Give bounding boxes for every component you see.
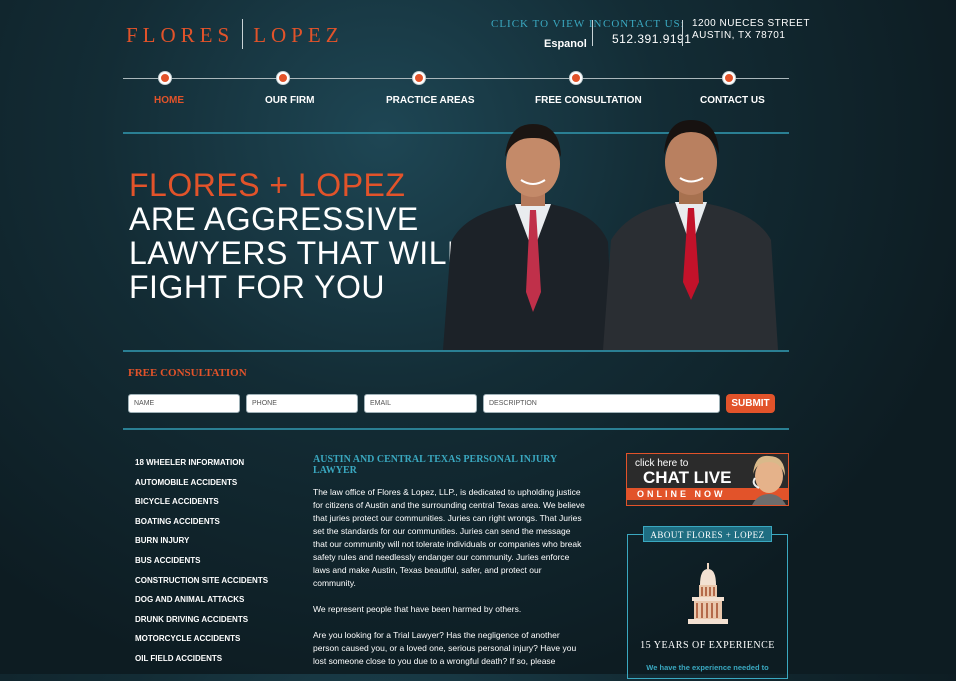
- lawyers-photo: [443, 120, 778, 350]
- chat-live-text: CHAT LIVE: [643, 468, 732, 487]
- header-divider: [592, 20, 593, 46]
- nav-contact-us[interactable]: CONTACT US: [700, 95, 765, 106]
- divider: [123, 428, 789, 430]
- capitol-icon: [688, 563, 728, 624]
- practice-link[interactable]: MOTORCYCLE ACCIDENTS: [135, 634, 305, 654]
- logo-divider: [242, 19, 244, 49]
- nav-home[interactable]: HOME: [154, 95, 184, 106]
- address: 1200 NUECES STREET AUSTIN, TX 78701: [692, 18, 810, 42]
- practice-link[interactable]: DOG AND ANIMAL ATTACKS: [135, 595, 305, 615]
- logo-flores: FLORES: [126, 22, 235, 47]
- practice-link[interactable]: 18 WHEELER INFORMATION: [135, 458, 305, 478]
- nav-dot-icon[interactable]: [723, 72, 735, 84]
- hero-line: LAWYERS THAT WILL: [129, 235, 466, 271]
- about-text: We have the experience needed to: [646, 663, 769, 672]
- nav-dot-icon[interactable]: [159, 72, 171, 84]
- espanol-link[interactable]: Espanol: [544, 38, 587, 50]
- nav-free-consultation[interactable]: FREE CONSULTATION: [535, 95, 642, 106]
- practice-link[interactable]: CONSTRUCTION SITE ACCIDENTS: [135, 576, 305, 596]
- nav-dot-icon[interactable]: [413, 72, 425, 84]
- content-title: AUSTIN AND CENTRAL TEXAS PERSONAL INJURY…: [313, 454, 557, 476]
- phone-field[interactable]: PHONE: [246, 394, 358, 413]
- about-title: ABOUT FLORES + LOPEZ: [643, 526, 772, 542]
- practice-link[interactable]: AUTOMOBILE ACCIDENTS: [135, 478, 305, 498]
- consultation-title: FREE CONSULTATION: [128, 367, 247, 379]
- nav-practice-areas[interactable]: PRACTICE AREAS: [386, 95, 475, 106]
- phone-number[interactable]: 512.391.9191: [612, 32, 691, 46]
- hero-line: FIGHT FOR YOU: [129, 269, 385, 305]
- hero-line: ARE AGGRESSIVE: [129, 201, 419, 237]
- submit-button[interactable]: SUBMIT: [726, 394, 775, 413]
- hero-headline-firm: FLORES + LOPEZ: [129, 167, 406, 203]
- content-paragraph: Are you looking for a Trial Lawyer? Has …: [313, 630, 577, 666]
- nav-line: [123, 78, 789, 79]
- practice-link[interactable]: BICYCLE ACCIDENTS: [135, 497, 305, 517]
- practice-link[interactable]: DRUNK DRIVING ACCIDENTS: [135, 615, 305, 635]
- lang-label: CLICK TO VIEW IN: [491, 18, 603, 30]
- nav-dot-icon[interactable]: [570, 72, 582, 84]
- content-paragraph: We represent people that have been harme…: [313, 604, 522, 614]
- practice-link[interactable]: BURN INJURY: [135, 536, 305, 556]
- operator-icon: [752, 455, 786, 505]
- content-paragraph: The law office of Flores & Lopez, LLP., …: [313, 487, 585, 588]
- nav-our-firm[interactable]: OUR FIRM: [265, 95, 314, 106]
- name-field[interactable]: NAME: [128, 394, 240, 413]
- years-experience: 15 YEARS OF EXPERIENCE: [640, 640, 775, 651]
- practice-link[interactable]: BOATING ACCIDENTS: [135, 517, 305, 537]
- logo-lopez: LOPEZ: [253, 22, 344, 47]
- practice-list: 18 WHEELER INFORMATION AUTOMOBILE ACCIDE…: [135, 458, 305, 674]
- practice-link[interactable]: OIL FIELD ACCIDENTS: [135, 654, 305, 674]
- chat-online-text: ONLINE NOW: [637, 489, 726, 499]
- email-field[interactable]: EMAIL: [364, 394, 477, 413]
- address-line1: 1200 NUECES STREET: [692, 18, 810, 29]
- address-line2: AUSTIN, TX 78701: [692, 30, 786, 41]
- header-divider: [682, 20, 683, 46]
- description-field[interactable]: DESCRIPTION: [483, 394, 720, 413]
- contact-label: CONTACT US:: [603, 18, 685, 30]
- nav-dot-icon[interactable]: [277, 72, 289, 84]
- chat-live-banner[interactable]: click here to CHAT LIVE ONLINE NOW: [626, 453, 789, 506]
- site-logo[interactable]: FLORES LOPEZ: [126, 19, 344, 52]
- hero-headline: ARE AGGRESSIVE LAWYERS THAT WILL FIGHT F…: [129, 202, 465, 304]
- content-body: The law office of Flores & Lopez, LLP., …: [313, 486, 585, 681]
- divider: [123, 350, 789, 352]
- practice-link[interactable]: BUS ACCIDENTS: [135, 556, 305, 576]
